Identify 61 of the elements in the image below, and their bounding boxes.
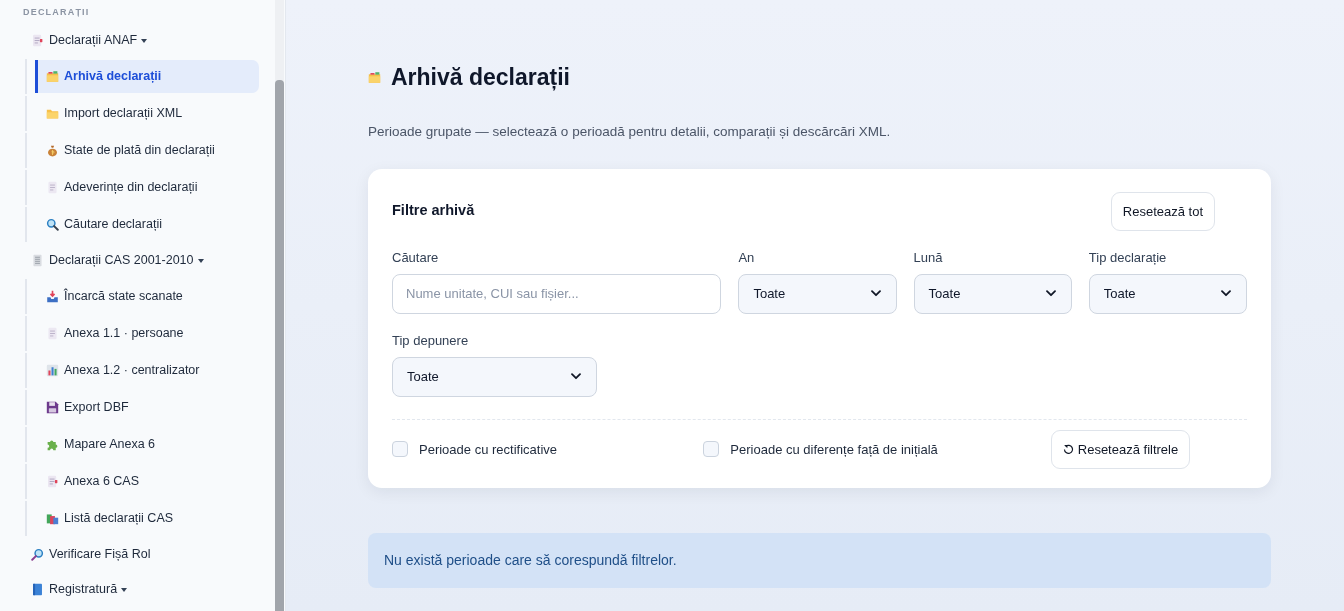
checkbox[interactable] <box>392 441 408 458</box>
caret-icon <box>141 38 148 43</box>
field-label: Lună <box>913 249 944 266</box>
caret-icon <box>121 587 128 592</box>
document-icon <box>46 181 59 194</box>
sidebar-group[interactable]: Declarații CAS 2001-2010 <box>0 244 259 277</box>
sidebar-item[interactable]: Import declarații XML <box>35 97 259 130</box>
checkbox[interactable] <box>703 441 720 458</box>
search-icon <box>31 548 44 561</box>
money-bag-icon <box>46 144 59 157</box>
book-icon <box>31 583 44 596</box>
sidebar-item[interactable]: Arhivă declarații <box>35 60 259 93</box>
sidebar-group[interactable]: Declarații ANAF <box>0 24 259 57</box>
filter-dropdown[interactable]: Toate <box>1088 273 1247 314</box>
caret-icon <box>197 258 204 263</box>
reset-filters-button[interactable]: Resetează filtrele <box>1050 429 1191 469</box>
inbox-tray-icon <box>46 290 59 303</box>
card-title: Filtre arhivă <box>392 200 475 220</box>
document-icon <box>31 34 44 47</box>
sidebar-item[interactable]: Căutare declarații <box>35 208 259 241</box>
page-subtitle: Perioade grupate — selectează o perioadă pentru detalii, comparații și descărcări XML. <box>368 122 892 141</box>
sidebar-item[interactable]: Export DBF <box>35 391 259 424</box>
filter-dropdown[interactable]: Toate <box>913 273 1072 314</box>
filter-dropdown[interactable]: Toate <box>392 356 597 397</box>
section-heading: DECLARAȚII <box>22 6 91 19</box>
sidebar-item[interactable]: Anexa 1.1 · persoane <box>35 317 259 350</box>
sidebar-item[interactable]: Verificare Fișă Rol <box>0 538 259 571</box>
sidebar-item[interactable]: Anexa 6 CAS <box>35 465 259 498</box>
document-icon <box>46 475 59 488</box>
sidebar-group[interactable]: Registratură <box>0 573 259 606</box>
chevron-down-icon <box>1221 290 1231 298</box>
field-label: An <box>738 249 756 266</box>
sidebar-item[interactable]: State de plată din declarații <box>35 134 259 167</box>
field-label: Tip depunere <box>392 332 470 349</box>
checkbox-label[interactable]: Perioade cu diferențe față de inițială <box>730 439 938 460</box>
sidebar-item[interactable]: Adeverințe din declarații <box>35 171 259 204</box>
checkbox-label[interactable]: Perioade cu rectificative <box>419 439 557 460</box>
reset-icon <box>1062 443 1074 455</box>
sidebar-item[interactable]: Încarcă state scanate <box>35 280 259 313</box>
books-icon <box>46 512 59 525</box>
search-icon <box>46 218 59 231</box>
alert-message: Nu există perioade care să corespundă filtrelor. <box>384 550 677 570</box>
chevron-down-icon <box>571 373 581 381</box>
puzzle-piece-icon <box>46 438 59 451</box>
document-icon <box>46 327 59 340</box>
field-label: Tip declarație <box>1088 249 1168 266</box>
folder-icon <box>46 107 59 120</box>
sidebar-item[interactable]: Anexa 1.2 · centralizator <box>35 354 259 387</box>
page-title: Arhivă declarații <box>391 64 570 92</box>
reset-all-button[interactable]: Resetează tot <box>1110 191 1215 231</box>
chevron-down-icon <box>1045 290 1056 298</box>
search-field[interactable]: Nume unitate, CUI sau fișier... <box>392 273 722 314</box>
folder-icon <box>46 70 59 83</box>
document-icon <box>31 254 44 267</box>
scrollbar-thumb[interactable] <box>275 80 284 611</box>
field-label: Căutare <box>392 249 440 266</box>
sidebar-item[interactable]: Listă declarații CAS <box>35 502 259 535</box>
bar-chart-icon <box>46 364 59 377</box>
filter-dropdown[interactable]: Toate <box>738 273 897 314</box>
chevron-down-icon <box>870 290 881 298</box>
sidebar-item[interactable]: Mapare Anexa 6 <box>35 428 259 461</box>
